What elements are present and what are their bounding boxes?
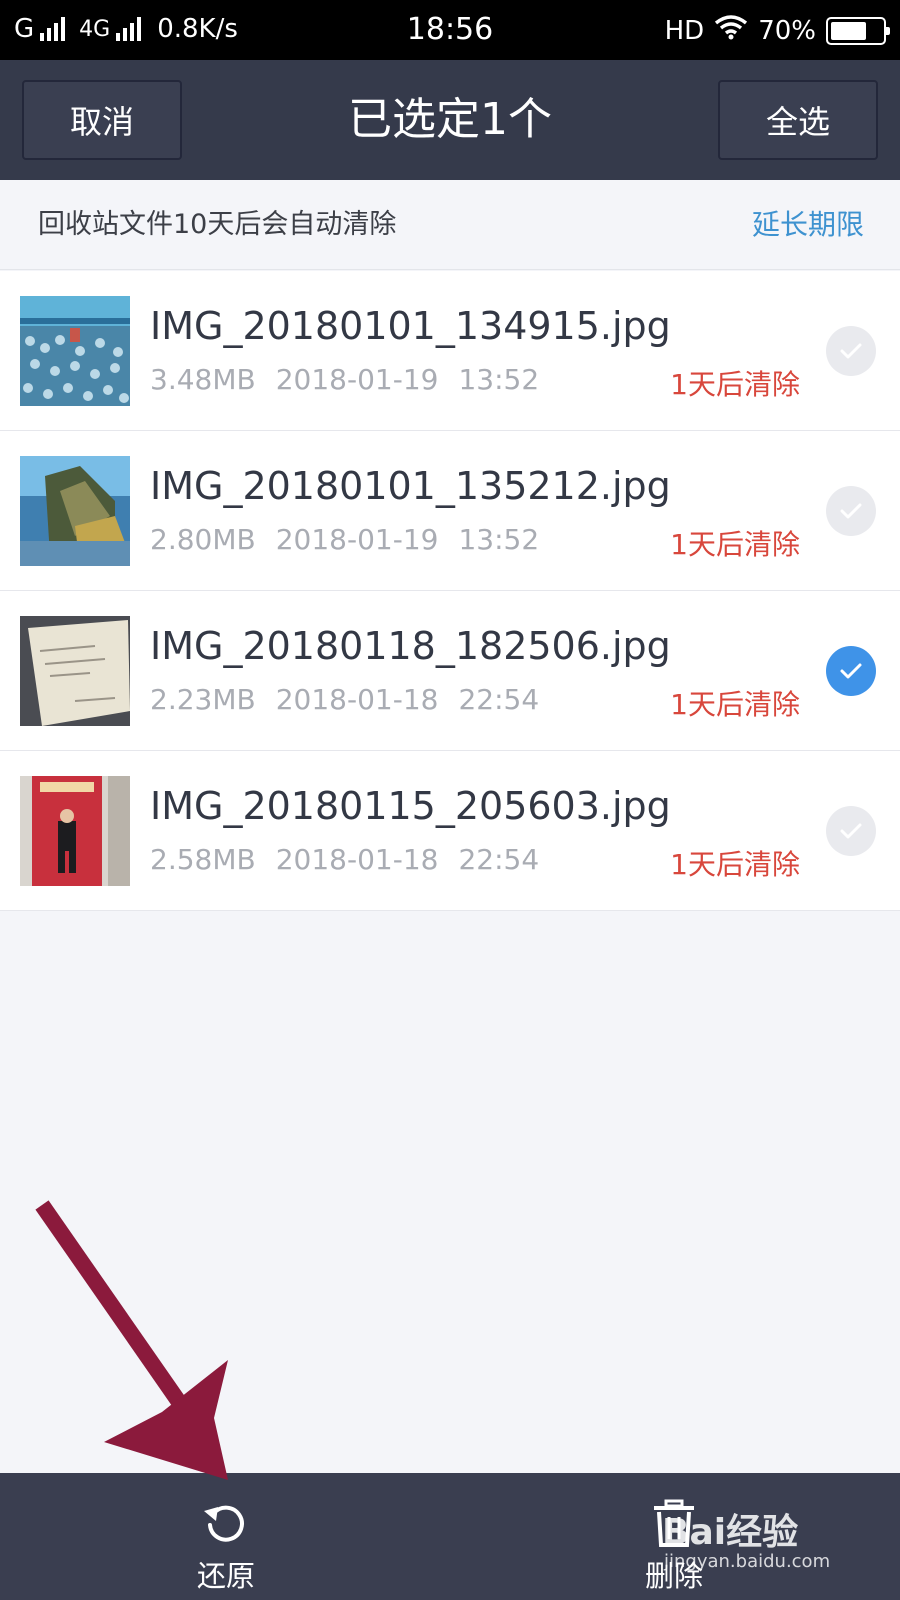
baidu-jingyan-watermark: Bai经验 jingyan.baidu.com <box>650 1495 860 1585</box>
select-checkbox[interactable] <box>826 326 876 376</box>
hd-label: HD <box>664 15 705 46</box>
battery-percent: 70% <box>758 15 816 46</box>
file-meta: 2.80MB 2018-01-19 13:52 <box>150 523 559 556</box>
file-row[interactable]: IMG_20180115_205603.jpg 2.58MB 2018-01-18… <box>0 751 900 911</box>
cancel-button[interactable]: 取消 <box>22 80 182 160</box>
file-list: IMG_20180101_134915.jpg 3.48MB 2018-01-19… <box>0 271 900 911</box>
file-time: 13:52 <box>458 523 540 556</box>
file-date: 2018-01-19 <box>275 363 439 396</box>
status-bar: G 4G 0.8K/s 18:56 HD 70% <box>0 0 900 60</box>
thumbnail-image <box>20 296 130 406</box>
restore-button[interactable]: 还原 <box>166 1473 286 1600</box>
expire-label: 1天后清除 <box>670 688 800 721</box>
file-time: 13:52 <box>458 363 540 396</box>
file-time: 22:54 <box>458 843 540 876</box>
select-checkbox[interactable] <box>826 806 876 856</box>
file-name: IMG_20180101_135212.jpg <box>150 464 671 508</box>
watermark-logo: Bai经验 <box>662 1512 799 1553</box>
select-all-button[interactable]: 全选 <box>718 80 878 160</box>
watermark-url: jingyan.baidu.com <box>664 1551 831 1572</box>
file-date: 2018-01-19 <box>275 523 439 556</box>
checkmark-icon <box>840 663 862 679</box>
checkmark-icon <box>840 343 862 359</box>
checkmark-icon <box>840 823 862 839</box>
file-meta: 2.58MB 2018-01-18 22:54 <box>150 843 559 876</box>
file-name: IMG_20180118_182506.jpg <box>150 624 671 668</box>
notice-text: 回收站文件10天后会自动清除 <box>38 209 397 240</box>
file-name: IMG_20180101_134915.jpg <box>150 304 671 348</box>
file-time: 22:54 <box>458 683 540 716</box>
thumbnail-image <box>20 616 130 726</box>
restore-label: 还原 <box>196 1559 255 1593</box>
expire-label: 1天后清除 <box>670 368 800 401</box>
checkmark-icon <box>840 503 862 519</box>
file-name: IMG_20180115_205603.jpg <box>150 784 671 828</box>
select-checkbox[interactable] <box>826 646 876 696</box>
select-checkbox[interactable] <box>826 486 876 536</box>
file-row[interactable]: IMG_20180101_135212.jpg 2.80MB 2018-01-19… <box>0 431 900 591</box>
expire-label: 1天后清除 <box>670 848 800 881</box>
wifi-icon <box>714 14 748 47</box>
file-meta: 3.48MB 2018-01-19 13:52 <box>150 363 559 396</box>
top-bar: 取消 已选定1个 全选 <box>0 60 900 180</box>
thumbnail-image <box>20 776 130 886</box>
file-row[interactable]: IMG_20180101_134915.jpg 3.48MB 2018-01-19… <box>0 271 900 431</box>
thumbnail-image <box>20 456 130 566</box>
restore-icon <box>204 1505 244 1542</box>
file-size: 3.48MB <box>150 363 256 396</box>
file-size: 2.23MB <box>150 683 256 716</box>
extend-period-link[interactable]: 延长期限 <box>752 180 864 270</box>
file-meta: 2.23MB 2018-01-18 22:54 <box>150 683 559 716</box>
file-size: 2.58MB <box>150 843 256 876</box>
file-date: 2018-01-18 <box>275 683 439 716</box>
file-size: 2.80MB <box>150 523 256 556</box>
file-date: 2018-01-18 <box>275 843 439 876</box>
expire-label: 1天后清除 <box>670 528 800 561</box>
battery-icon <box>826 16 890 45</box>
status-right: HD 70% <box>664 14 890 47</box>
file-row[interactable]: IMG_20180118_182506.jpg 2.23MB 2018-01-18… <box>0 591 900 751</box>
recycle-notice: 回收站文件10天后会自动清除 延长期限 <box>0 180 900 270</box>
